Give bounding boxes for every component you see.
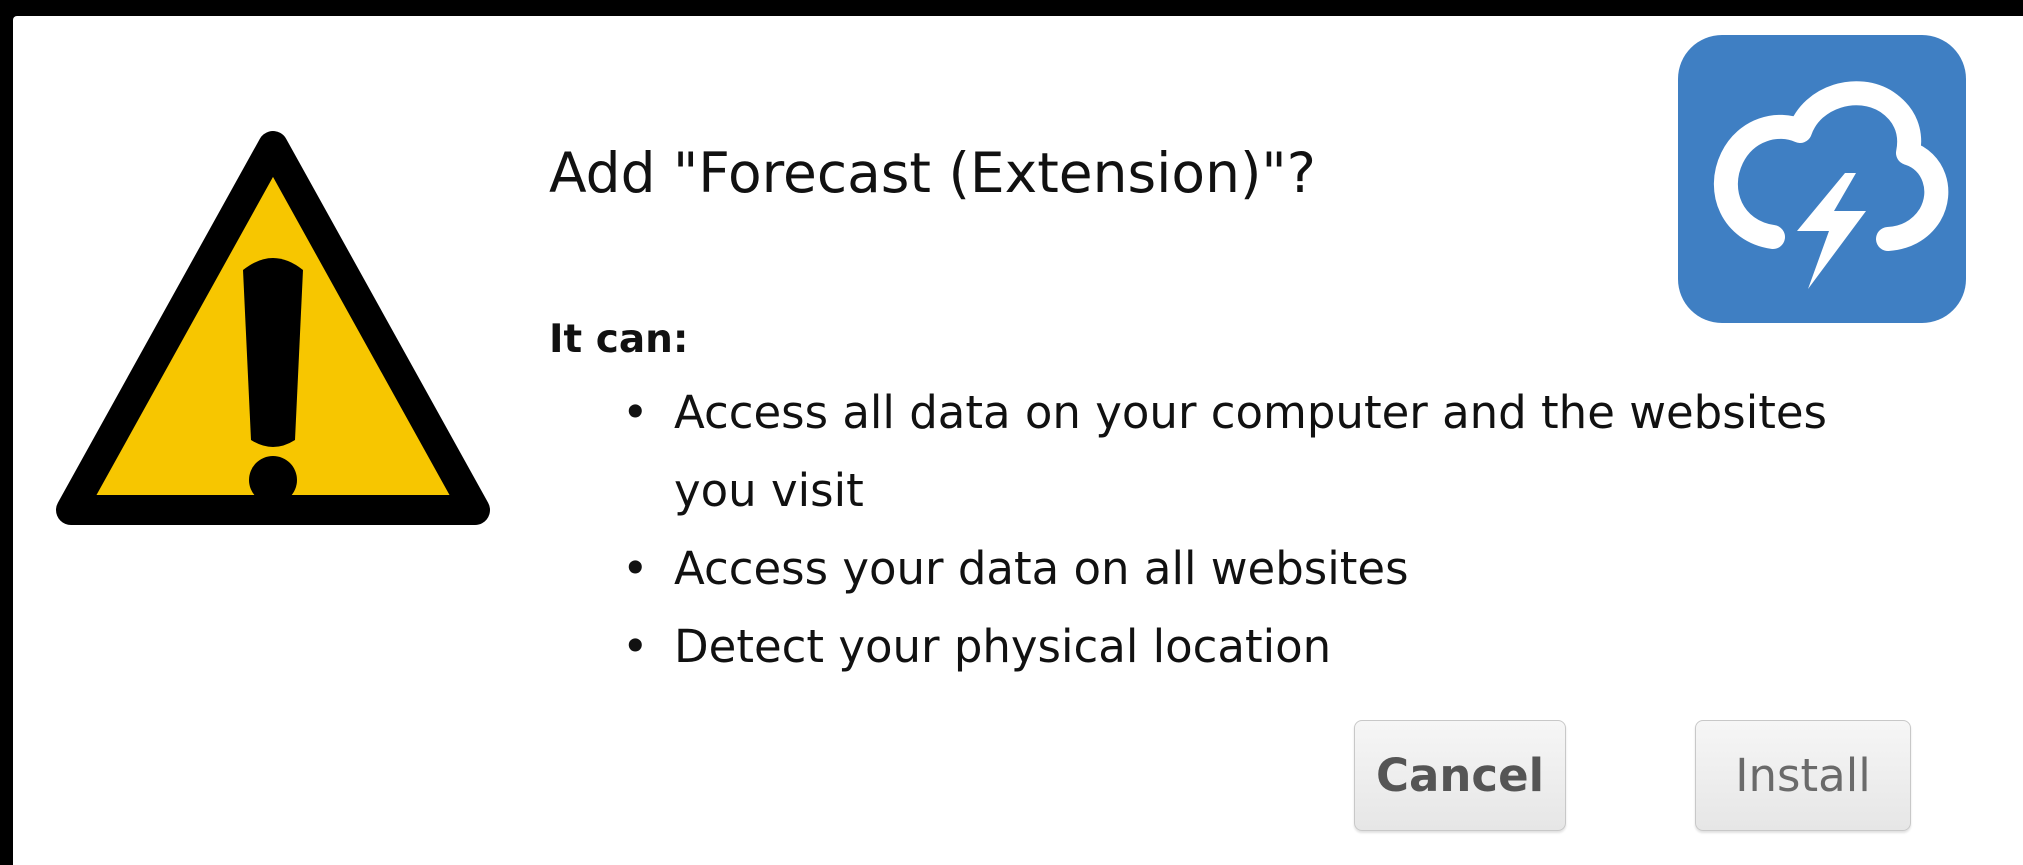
dialog-title: Add "Forecast (Extension)"?	[549, 141, 1316, 205]
bullet: •	[622, 386, 649, 439]
warning-triangle-icon	[56, 131, 490, 525]
forecast-cloud-lightning-icon	[1678, 35, 1966, 323]
permission-item: • Detect your physical location	[622, 608, 1922, 686]
extension-install-dialog: Add "Forecast (Extension)"? It can: • Ac…	[13, 16, 2023, 865]
permission-text: Detect your physical location	[674, 620, 1332, 673]
permission-text: Access your data on all websites	[674, 542, 1409, 595]
cancel-button[interactable]: Cancel	[1354, 720, 1566, 831]
permissions-list: • Access all data on your computer and t…	[622, 374, 1922, 686]
permissions-heading: It can:	[549, 317, 689, 362]
permission-text: Access all data on your computer and the…	[674, 386, 1827, 517]
permission-item: • Access all data on your computer and t…	[622, 374, 1922, 530]
install-button[interactable]: Install	[1695, 720, 1911, 831]
bullet: •	[622, 620, 649, 673]
permission-item: • Access your data on all websites	[622, 530, 1922, 608]
bullet: •	[622, 542, 649, 595]
